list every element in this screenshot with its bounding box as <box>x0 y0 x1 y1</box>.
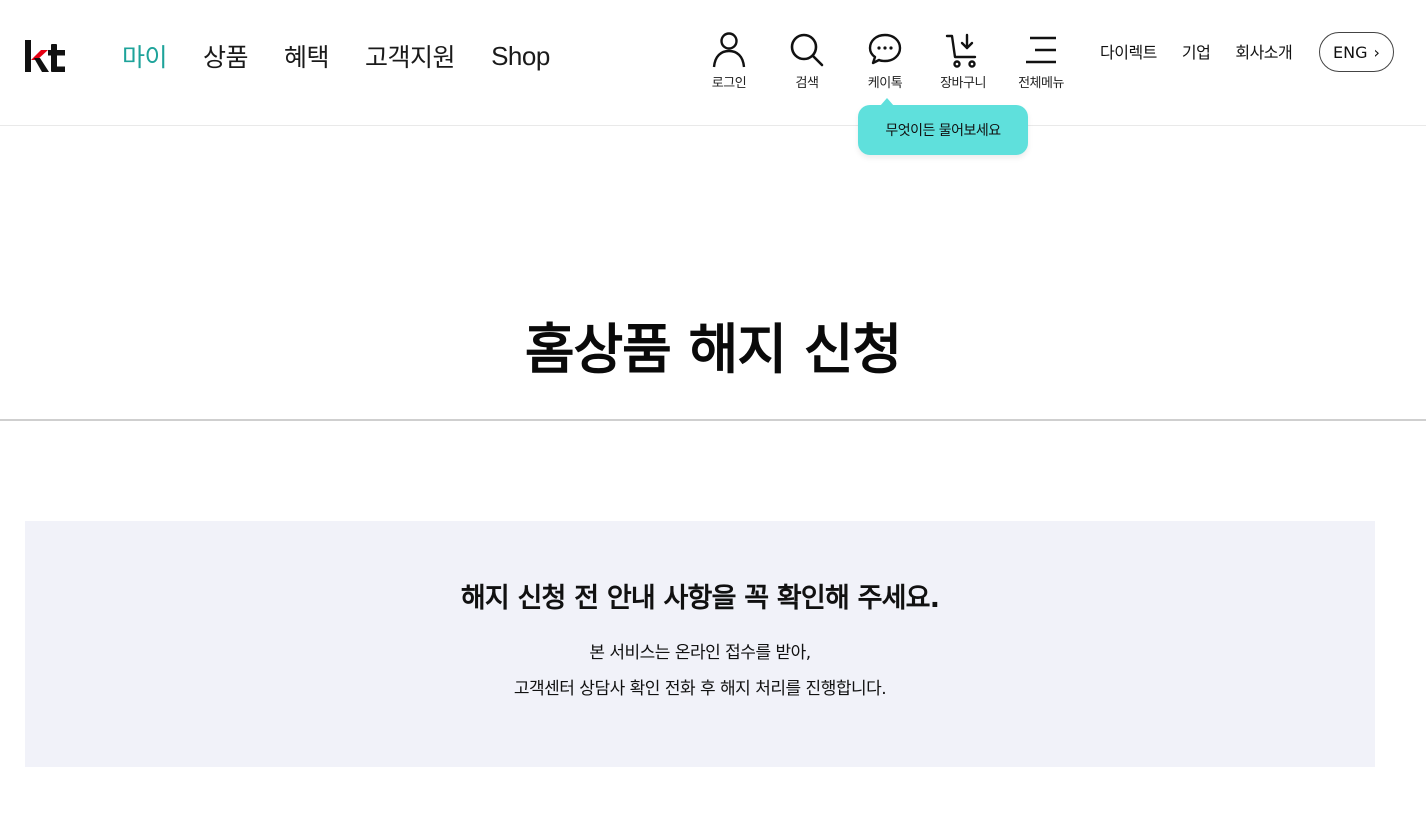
search-label: 검색 <box>795 76 819 91</box>
login-button[interactable]: 로그인 <box>690 30 768 91</box>
search-icon <box>790 33 824 67</box>
direct-link[interactable]: 다이렉트 <box>1100 39 1157 63</box>
user-icon <box>712 32 746 68</box>
english-button[interactable]: ENG › <box>1319 32 1394 72</box>
ktalk-button[interactable]: 케이톡 <box>846 30 924 91</box>
enterprise-link[interactable]: 기업 <box>1182 39 1211 63</box>
notice-line: 고객센터 상담사 확인 전화 후 해지 처리를 진행합니다. <box>513 679 887 699</box>
all-menu-label: 전체메뉴 <box>1018 76 1064 91</box>
notice-description: 본 서비스는 온라인 접수를 받아, 고객센터 상담사 확인 전화 후 해지 처… <box>25 635 1375 707</box>
chevron-right-icon: › <box>1373 42 1380 62</box>
site-header: 마이 상품 혜택 고객지원 Shop 로그인 검색 케이톡 장바구니 전체메뉴 … <box>0 0 1426 126</box>
gnb-item-shop[interactable]: Shop <box>491 41 550 72</box>
cart-label: 장바구니 <box>940 76 986 91</box>
ktalk-tooltip-text: 무엇이든 물어보세요 <box>885 123 1001 139</box>
page-title: 홈상품 해지 신청 <box>524 318 902 381</box>
title-divider <box>0 419 1426 421</box>
all-menu-button[interactable]: 전체메뉴 <box>1002 30 1080 91</box>
cart-button[interactable]: 장바구니 <box>924 30 1002 91</box>
notice-line: 본 서비스는 온라인 접수를 받아, <box>589 643 811 663</box>
utility-nav: 로그인 검색 케이톡 장바구니 전체메뉴 <box>690 30 1080 91</box>
gnb-item-products[interactable]: 상품 <box>203 38 249 74</box>
cart-icon <box>945 33 977 68</box>
gnb-item-benefits[interactable]: 혜택 <box>284 38 330 74</box>
gnb-item-my[interactable]: 마이 <box>122 38 168 74</box>
english-label: ENG <box>1333 42 1368 62</box>
notice-box: 해지 신청 전 안내 사항을 꼭 확인해 주세요. 본 서비스는 온라인 접수를… <box>25 521 1375 767</box>
global-nav: 마이 상품 혜택 고객지원 Shop <box>122 38 586 74</box>
ktalk-tooltip[interactable]: 무엇이든 물어보세요 <box>858 98 1028 155</box>
chat-icon <box>868 33 902 65</box>
kt-logo[interactable] <box>24 38 66 74</box>
menu-icon <box>1026 36 1056 64</box>
login-label: 로그인 <box>711 76 747 91</box>
company-link[interactable]: 회사소개 <box>1235 39 1292 63</box>
gnb-item-support[interactable]: 고객지원 <box>365 38 456 74</box>
sub-links: 다이렉트 기업 회사소개 <box>1100 30 1317 72</box>
notice-title: 해지 신청 전 안내 사항을 꼭 확인해 주세요. <box>460 583 940 614</box>
ktalk-label: 케이톡 <box>867 76 903 91</box>
search-button[interactable]: 검색 <box>768 30 846 91</box>
